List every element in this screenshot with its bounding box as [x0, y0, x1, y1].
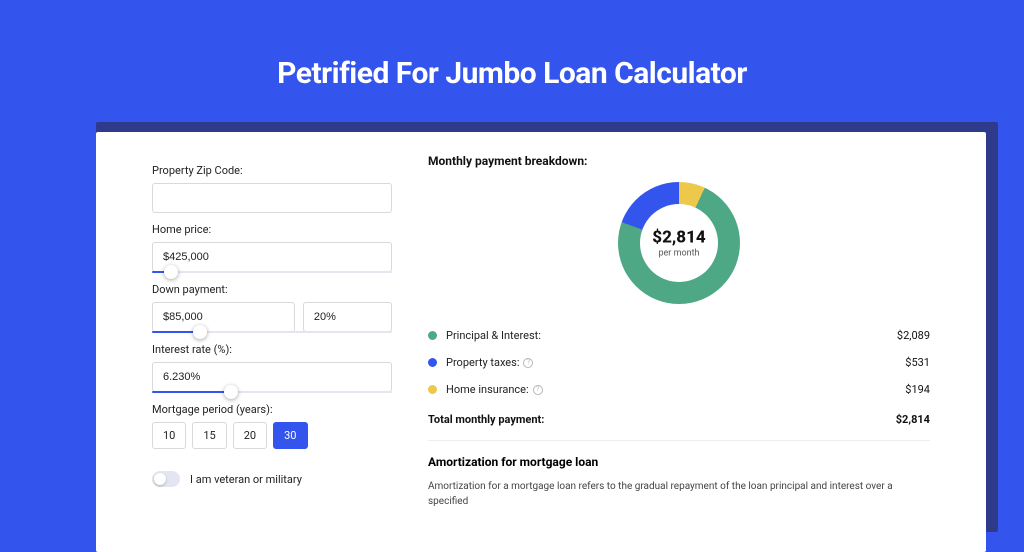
price-slider[interactable]	[152, 271, 392, 273]
breakdown-title: Monthly payment breakdown:	[428, 154, 930, 168]
down-label: Down payment:	[152, 283, 392, 296]
down-slider-thumb[interactable]	[193, 325, 207, 339]
rate-label: Interest rate (%):	[152, 343, 392, 356]
down-percent-input[interactable]	[303, 302, 392, 332]
input-column: Property Zip Code: Home price: Down paym…	[96, 132, 416, 552]
zip-label: Property Zip Code:	[152, 164, 392, 177]
rate-slider-thumb[interactable]	[224, 385, 238, 399]
total-label: Total monthly payment:	[428, 413, 896, 426]
dot-icon	[428, 331, 437, 340]
legend-row-taxes: Property taxes: ? $531	[428, 349, 930, 376]
info-icon[interactable]: ?	[523, 358, 533, 368]
period-btn-30[interactable]: 30	[273, 422, 307, 449]
amortization-title: Amortization for mortgage loan	[428, 455, 930, 469]
price-slider-thumb[interactable]	[164, 265, 178, 279]
total-value: $2,814	[896, 413, 930, 426]
panel-shadow: Property Zip Code: Home price: Down paym…	[96, 122, 998, 532]
legend: Principal & Interest: $2,089 Property ta…	[428, 322, 930, 432]
period-btn-10[interactable]: 10	[152, 422, 186, 449]
down-slider[interactable]	[152, 331, 392, 333]
veteran-toggle[interactable]	[152, 471, 180, 487]
legend-value: $194	[905, 383, 930, 396]
rate-slider[interactable]	[152, 391, 392, 393]
dot-icon	[428, 385, 437, 394]
divider	[428, 440, 930, 441]
zip-input[interactable]	[152, 183, 392, 213]
rate-input[interactable]	[152, 362, 392, 392]
legend-label: Home insurance:	[446, 383, 529, 396]
info-icon[interactable]: ?	[533, 385, 543, 395]
legend-row-insurance: Home insurance: ? $194	[428, 376, 930, 403]
calculator-panel: Property Zip Code: Home price: Down paym…	[96, 132, 986, 552]
donut-sublabel: per month	[618, 249, 740, 259]
price-label: Home price:	[152, 223, 392, 236]
period-btn-20[interactable]: 20	[233, 422, 267, 449]
legend-total-row: Total monthly payment: $2,814	[428, 403, 930, 432]
legend-label: Principal & Interest:	[446, 329, 541, 342]
price-input[interactable]	[152, 242, 392, 272]
legend-value: $2,089	[897, 329, 930, 342]
donut-amount: $2,814	[618, 228, 740, 248]
legend-label: Property taxes:	[446, 356, 519, 369]
period-options: 10 15 20 30	[152, 422, 392, 449]
veteran-label: I am veteran or military	[190, 473, 302, 486]
down-amount-input[interactable]	[152, 302, 295, 332]
legend-row-principal: Principal & Interest: $2,089	[428, 322, 930, 349]
page-title: Petrified For Jumbo Loan Calculator	[0, 56, 1024, 91]
breakdown-column: Monthly payment breakdown: $2,814 per mo…	[416, 132, 986, 552]
legend-value: $531	[905, 356, 930, 369]
amortization-text: Amortization for a mortgage loan refers …	[428, 479, 930, 509]
period-btn-15[interactable]: 15	[192, 422, 226, 449]
period-label: Mortgage period (years):	[152, 403, 392, 416]
dot-icon	[428, 358, 437, 367]
payment-donut-chart: $2,814 per month	[618, 182, 740, 304]
